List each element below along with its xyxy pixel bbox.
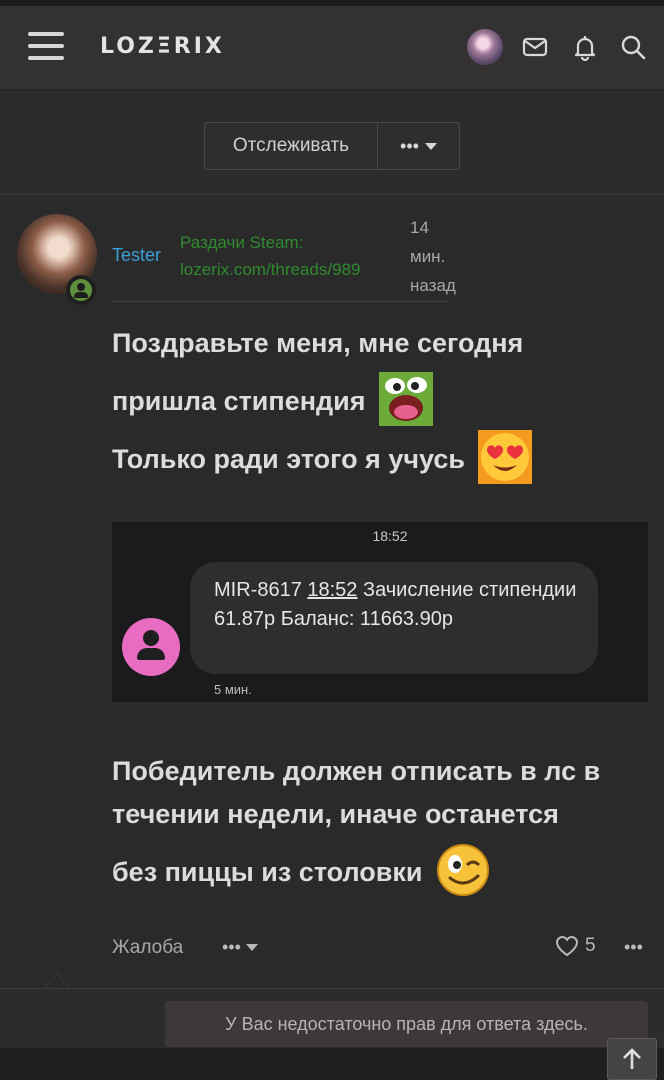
site-header: LOZΞRIX <box>0 6 664 90</box>
post-actions-more-button[interactable]: ••• <box>222 937 258 958</box>
post-time-unit: мин. <box>410 247 446 266</box>
post-more-button[interactable]: ••• <box>624 937 643 958</box>
scroll-to-top-button[interactable] <box>607 1038 657 1080</box>
follow-button[interactable]: Отслеживать <box>205 123 378 169</box>
post-text-line: течении недели, иначе останется <box>112 799 559 829</box>
winking-emoji-icon <box>436 843 490 897</box>
like-button[interactable]: 5 <box>555 935 596 957</box>
bottom-bar <box>0 1048 664 1080</box>
post-author-name[interactable]: Tester <box>112 245 161 266</box>
post-text-line: Только ради этого я учусь <box>112 429 533 488</box>
post-text-segment: пришла стипендия <box>112 386 366 416</box>
post-time-suffix: назад <box>410 276 456 295</box>
menu-icon[interactable] <box>28 30 64 62</box>
report-link[interactable]: Жалоба <box>112 937 183 959</box>
sms-sender-avatar-icon <box>122 618 180 676</box>
search-icon[interactable] <box>618 32 648 62</box>
sms-footer: 5 мин. <box>214 682 252 697</box>
post: Tester Раздачи Steam: lozerix.com/thread… <box>0 195 664 988</box>
more-dots: ••• <box>222 937 241 957</box>
pointer-arrow-inner <box>46 974 68 988</box>
post-time-number: 14 <box>410 218 429 237</box>
post-text-line: без пиццы из столовки <box>112 843 490 901</box>
no-permission-notice: У Вас недостаточно прав для ответа здесь… <box>165 1001 648 1047</box>
post-text-segment: Только ради этого я учусь <box>112 444 465 474</box>
sms-text-part: MIR-8617 <box>214 579 308 601</box>
sms-screenshot[interactable]: 18:52 MIR-8617 18:52 Зачисление стипенди… <box>112 522 648 702</box>
more-dots: ••• <box>400 135 419 156</box>
heart-icon <box>555 935 579 957</box>
online-status-icon <box>66 275 96 305</box>
thread-more-button[interactable]: ••• <box>378 123 459 169</box>
post-header-divider <box>112 301 447 302</box>
chevron-down-icon <box>424 142 437 150</box>
post-time[interactable]: 14 мин. назад <box>410 213 474 300</box>
post-text-segment: без пиццы из столовки <box>112 857 423 887</box>
pepe-emoji-icon <box>379 371 434 426</box>
site-logo[interactable]: LOZΞRIX <box>100 34 225 59</box>
sms-bubble: MIR-8617 18:52 Зачисление стипендии 61.8… <box>190 562 598 674</box>
post-footer: Жалоба ••• 5 ••• <box>112 933 652 965</box>
heart-eyes-emoji-icon <box>478 429 533 484</box>
user-avatar[interactable] <box>467 29 503 65</box>
mail-icon[interactable] <box>520 32 550 62</box>
sms-text-time: 18:52 <box>307 579 358 601</box>
chevron-down-icon <box>245 944 258 951</box>
bell-icon[interactable] <box>570 32 600 62</box>
thread-actions: Отслеживать ••• <box>204 122 460 170</box>
sms-time: 18:52 <box>372 528 408 544</box>
user-status-text: Раздачи Steam: lozerix.com/threads/989 <box>180 233 361 279</box>
arrow-up-icon <box>623 1048 641 1069</box>
like-count: 5 <box>585 935 596 956</box>
post-text-line: пришла стипендия <box>112 371 434 430</box>
sms-text: MIR-8617 18:52 Зачисление стипендии 61.8… <box>214 576 584 634</box>
post-text-line: Поздравьте меня, мне сегодня <box>112 328 524 358</box>
